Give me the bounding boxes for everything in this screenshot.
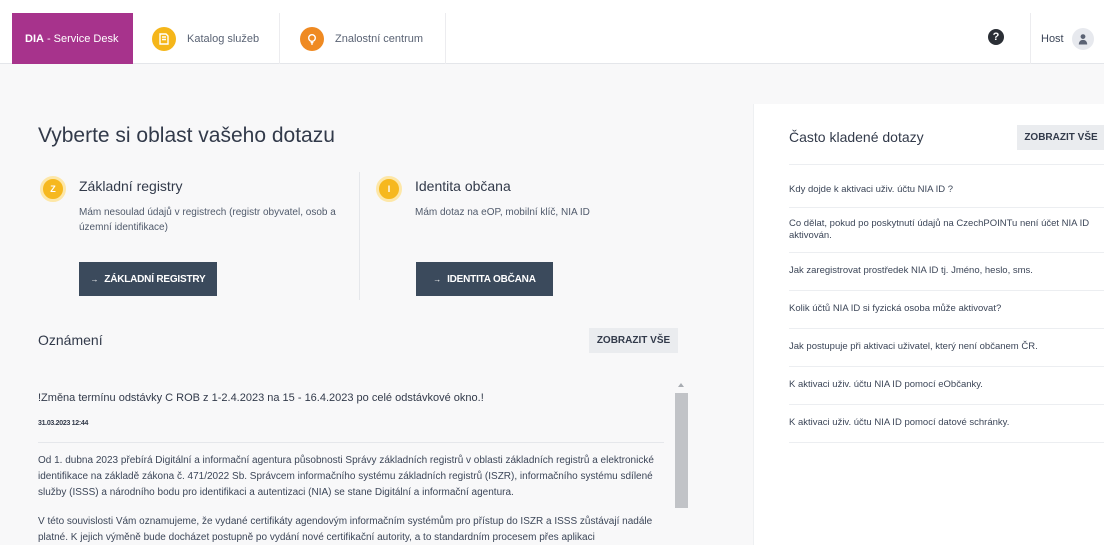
lightbulb-icon — [300, 26, 324, 51]
faq-item[interactable]: Jak zaregistrovat prostředek NIA ID tj. … — [789, 252, 1104, 290]
scrollbar-thumb[interactable] — [675, 393, 688, 508]
arrow-right-icon: → — [433, 274, 442, 284]
announcements-title: Oznámení — [38, 332, 103, 348]
nav-tab-catalog[interactable]: Katalog služeb — [152, 13, 280, 64]
identity-icon: I — [376, 176, 402, 202]
user-avatar-icon — [1071, 27, 1094, 50]
identity-button-label: IDENTITA OBČANA — [447, 273, 536, 285]
announcements-panel: !Změna termínu odstávky C ROB z 1-2.4.20… — [38, 378, 688, 545]
identity-button[interactable]: → IDENTITA OBČANA — [416, 262, 553, 296]
catalog-icon — [152, 26, 176, 51]
category-title-registry: Základní registry — [79, 178, 183, 194]
nav-tab-label: Znalostní centrum — [335, 32, 424, 45]
faq-item[interactable]: Kolik účtů NIA ID si fyzická osoba může … — [789, 290, 1104, 328]
faq-item[interactable]: K aktivaci uživ. účtu NIA ID pomocí eObč… — [789, 366, 1104, 404]
faq-list: Kdy dojde k aktivaci uživ. účtu NIA ID ?… — [789, 164, 1104, 443]
scroll-up-arrow-icon[interactable] — [678, 383, 684, 387]
nav-tab-knowledge[interactable]: Znalostní centrum — [300, 13, 446, 64]
faq-panel: Často kladené dotazy ZOBRAZIT VŠE Kdy do… — [753, 104, 1104, 545]
user-menu[interactable]: Host — [1030, 13, 1094, 64]
category-desc-registry: Mám nesoulad údajů v registrech (registr… — [79, 207, 336, 233]
announcements-scrollbar[interactable] — [675, 378, 688, 545]
user-name: Host — [1041, 32, 1064, 45]
announcement-headline[interactable]: !Změna termínu odstávky C ROB z 1-2.4.20… — [38, 392, 484, 404]
registry-button-label: ZÁKLADNÍ REGISTRY — [104, 273, 206, 285]
brand-home-link[interactable]: DIA - Service Desk — [12, 13, 133, 64]
announcements-show-all-button[interactable]: ZOBRAZIT VŠE — [589, 328, 678, 353]
brand-bold: DIA — [25, 32, 44, 45]
announcement-divider — [38, 442, 664, 443]
top-navigation: DIA - Service Desk Katalog služeb Znalos… — [0, 0, 1104, 64]
help-icon[interactable]: ? — [988, 29, 1004, 45]
category-title-identity: Identita občana — [415, 178, 511, 194]
faq-item[interactable]: Jak postupuje při aktivaci uživatel, kte… — [789, 328, 1104, 366]
announcement-date: 31.03.2023 12:44 — [38, 420, 89, 427]
category-divider — [359, 172, 360, 300]
registry-icon: Z — [40, 176, 66, 202]
announcement-paragraph: V této souvislosti Vám oznamujeme, že vy… — [38, 516, 653, 543]
category-desc-identity: Mám dotaz na eOP, mobilní klíč, NIA ID — [415, 207, 590, 218]
announcement-paragraph: Od 1. dubna 2023 přebírá Digitální a inf… — [38, 455, 654, 498]
page-title: Vyberte si oblast vašeho dotazu — [38, 124, 335, 147]
faq-show-all-button[interactable]: ZOBRAZIT VŠE — [1017, 125, 1104, 150]
registry-button[interactable]: → ZÁKLADNÍ REGISTRY — [79, 262, 217, 296]
faq-item[interactable]: K aktivaci uživ. účtu NIA ID pomocí dato… — [789, 404, 1104, 443]
nav-tab-label: Katalog služeb — [187, 32, 260, 45]
faq-item[interactable]: Co dělat, pokud po poskytnutí údajů na C… — [789, 207, 1104, 252]
arrow-right-icon: → — [90, 274, 99, 284]
brand-rest: - Service Desk — [46, 32, 119, 45]
faq-item[interactable]: Kdy dojde k aktivaci uživ. účtu NIA ID ? — [789, 164, 1104, 207]
faq-title: Často kladené dotazy — [789, 129, 924, 145]
